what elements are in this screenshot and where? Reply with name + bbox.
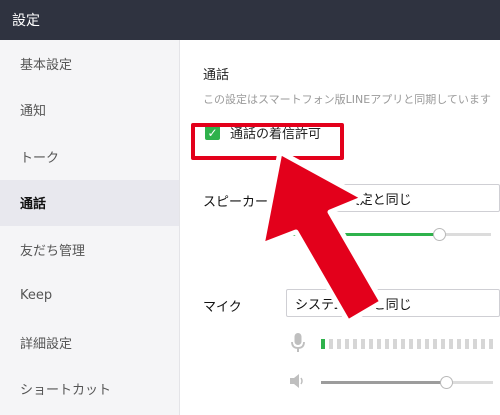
incoming-call-checkbox[interactable]: ✓ [205,125,220,140]
sidebar-item-notifications[interactable]: 通知 [0,87,179,134]
mic-label: マイク [203,300,242,315]
window-title: 設定 [12,13,40,29]
sidebar-item-label: 友だち管理 [20,243,86,259]
sidebar-item-label: Keep [20,288,53,304]
sidebar-item-friends[interactable]: 友だち管理 [0,226,179,273]
speaker-volume-fill [289,233,439,236]
speaker-select-value: システム設定と同じ [295,192,412,208]
window-title-bar: 設定 [0,0,500,40]
speaker-label: スピーカー [203,195,269,210]
sidebar-item-label: 基本設定 [20,57,73,73]
sidebar-item-calls[interactable]: 通話 [0,179,179,226]
mic-volume-thumb[interactable] [440,376,453,389]
mic-select-value: システム設定と同じ [295,297,412,313]
mic-select[interactable]: システム設定と同じ [286,289,500,317]
mic-volume-fill [321,381,445,384]
sidebar-item-label: トーク [20,150,60,166]
sidebar-item-label: 通話 [20,197,47,213]
sidebar-item-keep[interactable]: Keep [0,273,179,320]
mic-volume-slider[interactable] [321,381,493,384]
sidebar-item-label: 詳細設定 [20,336,73,352]
sidebar-item-chats[interactable]: トーク [0,133,179,180]
speaker-icon [290,374,303,388]
speaker-volume-thumb[interactable] [433,228,446,241]
incoming-call-label[interactable]: 通話の着信許可 [230,123,321,142]
sync-note: この設定はスマートフォン版LINEアプリと同期しています [203,93,491,106]
sidebar-item-label: ショートカット [20,383,112,399]
mic-input-level-meter [321,339,493,349]
check-icon: ✓ [207,125,218,140]
incoming-call-setting[interactable]: ✓ 通話の着信許可 [205,123,321,142]
settings-sidebar: 基本設定 通知 トーク 通話 友だち管理 Keep 詳細設定 ショートカット [0,40,180,415]
settings-content: 通話 この設定はスマートフォン版LINEアプリと同期しています ✓ 通話の着信許… [181,40,500,415]
speaker-select[interactable]: システム設定と同じ [286,184,500,212]
speaker-volume-slider[interactable] [289,233,491,236]
section-title: 通話 [203,68,230,83]
microphone-icon [291,333,305,352]
sidebar-item-label: 通知 [20,104,47,120]
sidebar-item-advanced[interactable]: 詳細設定 [0,319,179,366]
sidebar-item-shortcuts[interactable]: ショートカット [0,366,179,413]
sidebar-item-basic[interactable]: 基本設定 [0,40,179,87]
